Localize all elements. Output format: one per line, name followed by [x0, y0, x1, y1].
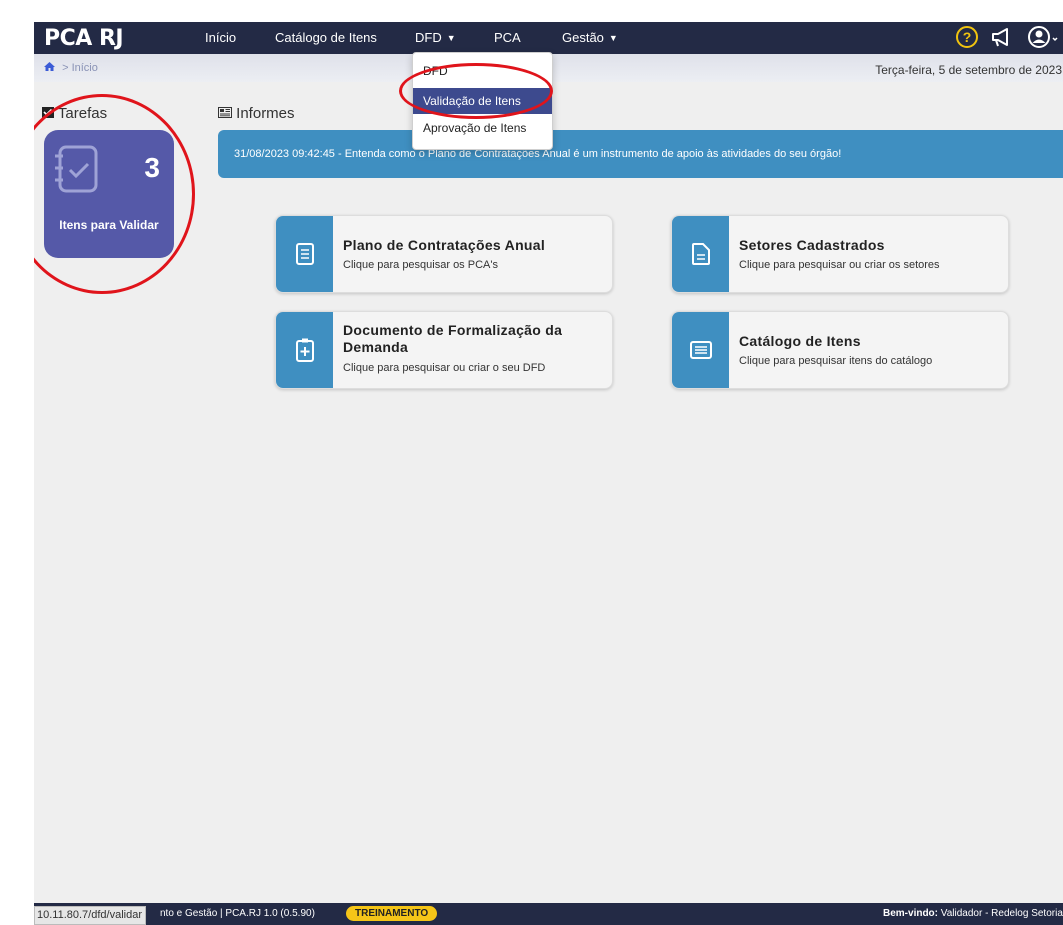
card-subtitle: Clique para pesquisar itens do catálogo [739, 355, 933, 367]
nav-catalogo-label: Catálogo de Itens [275, 30, 377, 45]
task-card-itens-validar[interactable]: 3 Itens para Validar [44, 130, 174, 258]
list-icon [689, 341, 712, 359]
megaphone-icon[interactable] [990, 26, 1014, 53]
breadcrumb-current: Início [71, 62, 98, 74]
card-subtitle: Clique para pesquisar os PCA's [343, 259, 498, 271]
tasks-icon [42, 107, 54, 118]
news-heading: Informes [218, 105, 295, 122]
card-icon-box [672, 216, 729, 292]
card-icon-box [276, 216, 333, 292]
nav-dfd-label: DFD [415, 30, 442, 45]
document-icon [295, 243, 314, 265]
card-icon-box [672, 312, 729, 388]
card-setores-cadastrados[interactable]: Setores Cadastrados Clique para pesquisa… [671, 215, 1009, 293]
card-documento-formalizacao[interactable]: Documento de Formalização da Demanda Cli… [275, 311, 613, 389]
task-label: Itens para Validar [59, 218, 159, 232]
card-title: Catálogo de Itens [739, 333, 861, 349]
footer-info: nto e Gestão | PCA.RJ 1.0 (0.5.90) [160, 908, 315, 919]
home-icon[interactable] [44, 62, 58, 74]
nav-catalogo[interactable]: Catálogo de Itens [275, 30, 377, 45]
clipboard-plus-icon [295, 338, 314, 362]
task-count: 3 [144, 152, 160, 183]
dfd-dropdown-menu: DFD Validação de Itens Aprovação de Iten… [412, 52, 553, 150]
app-logo[interactable]: PCA RJ [44, 26, 124, 51]
tasks-title: Tarefas [57, 105, 108, 122]
nav-inicio-label: Início [205, 30, 237, 45]
caret-down-icon: ▼ [608, 33, 618, 43]
nav-pca-label: PCA [494, 30, 521, 45]
current-date: Terça-feira, 5 de setembro de 2023 [875, 63, 1062, 77]
card-title: Setores Cadastrados [739, 237, 885, 253]
card-subtitle: Clique para pesquisar ou criar o seu DFD [343, 362, 546, 374]
news-title: Informes [236, 105, 295, 122]
welcome-user: Validador - Redelog Setorial [938, 908, 1063, 919]
top-navbar: PCA RJ Início Catálogo de Itens DFD ▼ PCA… [34, 22, 1063, 54]
file-icon [691, 243, 710, 265]
breadcrumb: > Início [44, 62, 98, 74]
dropdown-item-dfd[interactable]: DFD [413, 58, 552, 84]
help-icon[interactable]: ? [956, 26, 978, 48]
card-catalogo-itens[interactable]: Catálogo de Itens Clique para pesquisar … [671, 311, 1009, 389]
nav-inicio[interactable]: Início [205, 30, 236, 45]
dropdown-item-aprovacao-itens[interactable]: Aprovação de Itens [413, 115, 552, 141]
tasks-heading: Tarefas [42, 105, 107, 122]
newspaper-icon [218, 107, 232, 118]
breadcrumb-separator: > [62, 62, 69, 74]
card-title: Plano de Contratações Anual [343, 237, 546, 253]
nav-gestao[interactable]: Gestão ▼ [562, 30, 618, 45]
app-window: PCA RJ Início Catálogo de Itens DFD ▼ PCA… [34, 22, 1063, 925]
footer-welcome: Bem-vindo: Validador - Redelog Setorial [883, 908, 1063, 919]
welcome-label: Bem-vindo: [883, 908, 938, 919]
dropdown-item-validacao-itens[interactable]: Validação de Itens [413, 88, 552, 114]
status-url: 10.11.80.7/dfd/validar [34, 906, 146, 925]
nav-gestao-label: Gestão [562, 30, 604, 45]
user-account-icon[interactable] [1028, 25, 1058, 54]
card-plano-contratacoes[interactable]: Plano de Contratações Anual Clique para … [275, 215, 613, 293]
caret-down-icon: ▼ [446, 33, 456, 43]
card-icon-box [276, 312, 333, 388]
card-subtitle: Clique para pesquisar ou criar os setore… [739, 259, 940, 271]
card-title: Documento de Formalização da Demanda [343, 322, 563, 355]
news-banner[interactable]: 31/08/2023 09:42:45 - Entenda como o Pla… [218, 130, 1063, 178]
checklist-icon [52, 144, 102, 199]
nav-dfd[interactable]: DFD ▼ [415, 30, 456, 45]
footer: nto e Gestão | PCA.RJ 1.0 (0.5.90) TREIN… [34, 903, 1063, 925]
environment-badge: TREINAMENTO [346, 906, 438, 921]
nav-pca[interactable]: PCA [494, 30, 521, 45]
